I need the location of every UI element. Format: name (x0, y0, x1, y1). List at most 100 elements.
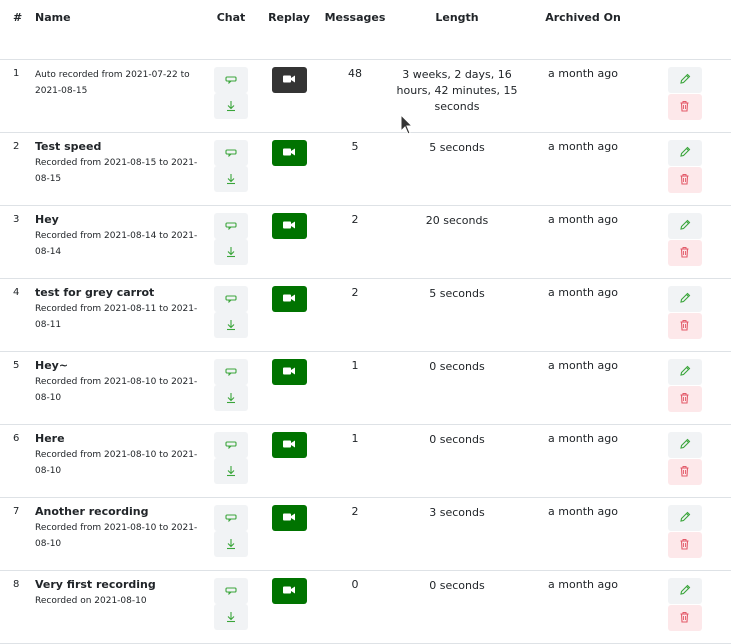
edit-button[interactable] (667, 505, 702, 531)
view-chat-button[interactable] (214, 578, 248, 604)
header-messages: Messages (324, 0, 386, 60)
view-chat-button[interactable] (214, 359, 248, 385)
download-icon (225, 100, 237, 112)
edit-button[interactable] (667, 213, 702, 239)
view-chat-button[interactable] (214, 432, 248, 458)
delete-button[interactable] (667, 240, 702, 266)
delete-button[interactable] (667, 313, 702, 339)
chat-cell (208, 59, 254, 133)
edit-button[interactable] (667, 286, 702, 312)
download-icon (225, 246, 237, 258)
recording-length: 3 seconds (386, 497, 528, 571)
mouse-cursor-icon (400, 114, 414, 135)
view-chat-button[interactable] (214, 505, 248, 531)
download-chat-button[interactable] (214, 239, 248, 265)
row-number: 7 (0, 497, 34, 571)
message-count: 1 (324, 424, 386, 498)
recording-name-cell: test for grey carrot Recorded from 2021-… (34, 278, 208, 352)
recording-title: Here (35, 432, 65, 445)
recording-length: 5 seconds (386, 278, 528, 352)
chat-icon (225, 514, 237, 522)
trash-icon (679, 392, 690, 407)
view-chat-button[interactable] (214, 286, 248, 312)
recording-name-cell: Auto recorded from 2021-07-22 to 2021-08… (34, 59, 208, 133)
replay-cell (254, 278, 324, 352)
trash-icon (679, 611, 690, 626)
edit-button[interactable] (667, 67, 702, 93)
replay-button[interactable] (271, 578, 307, 604)
header-replay: Replay (254, 0, 324, 60)
replay-cell (254, 351, 324, 425)
download-icon (225, 319, 237, 331)
replay-button[interactable] (271, 359, 307, 385)
replay-button[interactable] (271, 432, 307, 458)
replay-button[interactable] (271, 213, 307, 239)
trash-icon (679, 538, 690, 553)
download-chat-button[interactable] (214, 531, 248, 557)
replay-cell (254, 497, 324, 571)
archived-on: a month ago (528, 59, 638, 133)
table-body: 1 Auto recorded from 2021-07-22 to 2021-… (0, 59, 731, 644)
table-row: 2 Test speed Recorded from 2021-08-15 to… (0, 132, 731, 206)
video-camera-icon (282, 147, 296, 160)
header-actions (638, 0, 731, 60)
download-icon (225, 392, 237, 404)
edit-button[interactable] (667, 140, 702, 166)
trash-icon (679, 100, 690, 115)
recording-name-cell: Another recording Recorded from 2021-08-… (34, 497, 208, 571)
recording-description: Recorded from 2021-08-15 to 2021-08-15 (35, 158, 198, 184)
archived-on: a month ago (528, 278, 638, 352)
table-row: 1 Auto recorded from 2021-07-22 to 2021-… (0, 59, 731, 133)
download-chat-button[interactable] (214, 166, 248, 192)
actions-cell (638, 570, 731, 644)
replay-button[interactable] (271, 286, 307, 312)
recording-name-cell: Test speed Recorded from 2021-08-15 to 2… (34, 132, 208, 206)
delete-button[interactable] (667, 459, 702, 485)
archived-on: a month ago (528, 424, 638, 498)
video-camera-icon (282, 512, 296, 525)
pencil-icon (679, 365, 691, 380)
delete-button[interactable] (667, 94, 702, 120)
delete-button[interactable] (667, 605, 702, 631)
trash-icon (679, 246, 690, 261)
chat-cell (208, 278, 254, 352)
download-icon (225, 611, 237, 623)
download-chat-button[interactable] (214, 93, 248, 119)
replay-button[interactable] (271, 67, 307, 93)
replay-cell (254, 424, 324, 498)
download-chat-button[interactable] (214, 312, 248, 338)
archived-on: a month ago (528, 132, 638, 206)
video-camera-icon (282, 366, 296, 379)
replay-button[interactable] (271, 505, 307, 531)
edit-button[interactable] (667, 359, 702, 385)
row-number: 2 (0, 132, 34, 206)
message-count: 2 (324, 497, 386, 571)
recording-name-cell: Very first recording Recorded on 2021-08… (34, 570, 208, 644)
view-chat-button[interactable] (214, 67, 248, 93)
chat-icon (225, 222, 237, 230)
replay-button[interactable] (271, 140, 307, 166)
message-count: 5 (324, 132, 386, 206)
download-chat-button[interactable] (214, 385, 248, 411)
view-chat-button[interactable] (214, 140, 248, 166)
edit-button[interactable] (667, 578, 702, 604)
message-count: 1 (324, 351, 386, 425)
header-length: Length (386, 0, 528, 60)
recording-title: Hey (35, 213, 59, 226)
view-chat-button[interactable] (214, 213, 248, 239)
video-camera-icon (282, 439, 296, 452)
header-num: # (0, 0, 34, 60)
recordings-table: # Name Chat Replay Messages Length Archi… (0, 0, 731, 644)
download-chat-button[interactable] (214, 458, 248, 484)
chat-cell (208, 497, 254, 571)
recording-length: 0 seconds (386, 424, 528, 498)
delete-button[interactable] (667, 167, 702, 193)
chat-icon (225, 149, 237, 157)
download-icon (225, 465, 237, 477)
edit-button[interactable] (667, 432, 702, 458)
actions-cell (638, 59, 731, 133)
delete-button[interactable] (667, 386, 702, 412)
delete-button[interactable] (667, 532, 702, 558)
download-chat-button[interactable] (214, 604, 248, 630)
recording-description: Recorded on 2021-08-10 (35, 596, 147, 606)
